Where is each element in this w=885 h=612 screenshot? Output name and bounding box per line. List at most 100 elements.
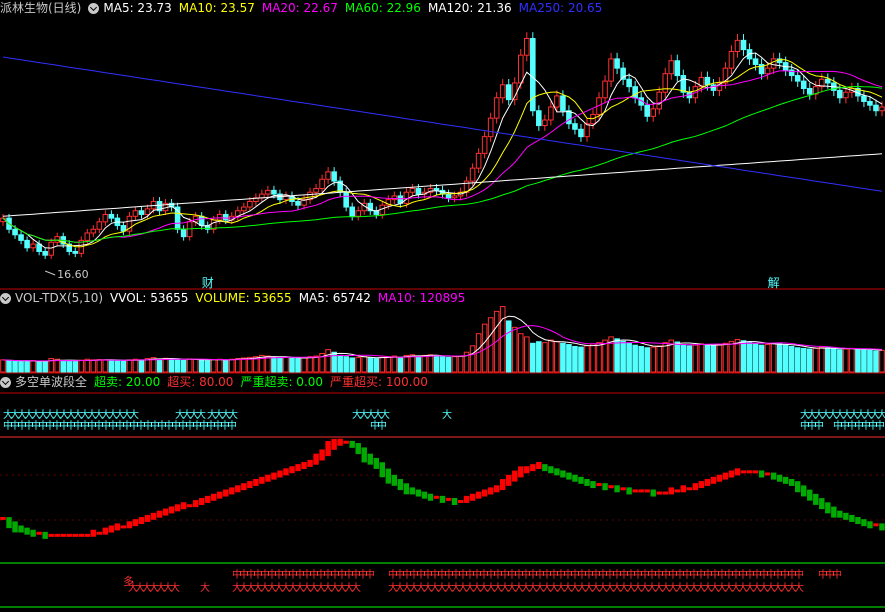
wave-segment: [481, 489, 488, 497]
wave-segment: [144, 514, 151, 522]
wave-segment: [421, 491, 428, 499]
volume-bar: [24, 360, 30, 373]
volume-bar: [283, 356, 289, 373]
volume-bar: [530, 342, 536, 373]
wave-segment: [788, 478, 795, 486]
candle-body: [403, 191, 410, 204]
wave-segment: [451, 498, 458, 505]
wave-segment: [855, 517, 861, 525]
wave-segment: [337, 438, 343, 446]
volume-bar: [626, 342, 632, 373]
wave-segment: [656, 491, 662, 495]
candle-body: [680, 75, 687, 93]
wave-segment: [602, 483, 608, 491]
volume-bar: [120, 360, 127, 373]
volume-bar: [638, 345, 644, 373]
wave-segment: [837, 510, 843, 518]
wave-segment: [355, 443, 361, 455]
volume-bar: [391, 355, 398, 373]
volume-bar: [728, 340, 735, 373]
volume-bar: [794, 347, 801, 373]
volume-bar: [596, 342, 602, 373]
wave-segment: [776, 474, 783, 482]
wave-segment: [229, 487, 235, 495]
wave-segment: [6, 517, 12, 529]
ma250-line: [2, 56, 883, 192]
wave-segment: [42, 531, 48, 539]
signal-zhong: 中: [814, 419, 824, 432]
wave-segment: [626, 487, 632, 495]
volume-bar: [102, 359, 109, 373]
volume-bar: [36, 361, 42, 373]
wave-segment: [782, 476, 789, 484]
ma10-line: [2, 59, 883, 248]
candle-body: [475, 152, 482, 169]
volume-bar: [451, 356, 458, 373]
wave-segment: [180, 502, 187, 510]
signal-da: 大: [129, 408, 139, 421]
wave-segment: [644, 489, 650, 493]
ma120-line: [2, 153, 883, 217]
wave-segment: [186, 504, 193, 508]
wave-segment: [343, 440, 349, 444]
volume-bar: [698, 343, 705, 373]
wave-segment: [608, 485, 614, 489]
wave-segment: [120, 525, 127, 529]
volume-bar: [198, 359, 205, 373]
candle-body: [222, 213, 229, 221]
wave-segment: [457, 500, 464, 503]
volume-bar: [650, 346, 657, 373]
candle-body: [313, 188, 319, 193]
volume-bar: [439, 356, 446, 373]
wave-segment: [512, 470, 518, 482]
candle-body: [493, 97, 500, 119]
wave-segment: [150, 512, 157, 520]
volume-bar: [499, 306, 506, 373]
volume-bar: [337, 354, 343, 373]
volume-bar: [752, 343, 759, 373]
candle-body: [578, 128, 584, 138]
candle-body: [96, 221, 103, 230]
wave-segment: [283, 468, 289, 476]
candle-body: [800, 80, 807, 90]
wave-segment: [620, 487, 626, 491]
volume-bar: [168, 358, 175, 373]
wave-segment: [241, 483, 247, 491]
wave-segment: [445, 497, 452, 501]
volume-bar: [523, 336, 530, 373]
wave-segment: [566, 472, 572, 480]
stock-chart[interactable]: 16.60财 解大大大大大大大大大大大大大大大大大大大中中中中中中中中中中中中中中…: [0, 0, 885, 612]
volume-bar: [84, 358, 91, 373]
volume-bar: [692, 344, 699, 373]
wave-segment: [662, 491, 668, 495]
wave-segment: [415, 489, 422, 497]
volume-bar: [825, 347, 831, 373]
volume-bar: [445, 356, 452, 373]
candle-body: [572, 123, 578, 130]
wave-segment: [734, 468, 741, 476]
wave-segment: [584, 478, 590, 486]
volume-bar: [210, 359, 217, 373]
wave-segment: [614, 485, 620, 493]
signal-duo: 多: [123, 574, 134, 588]
volume-bar: [849, 347, 855, 373]
volume-bar: [114, 360, 121, 373]
candle-body: [487, 117, 494, 138]
wave-segment: [361, 447, 367, 463]
wave-segment: [367, 453, 373, 465]
wave-segment: [138, 517, 145, 525]
wave-segment: [403, 483, 410, 495]
wave-segment: [379, 462, 386, 478]
volume-bar: [644, 347, 650, 373]
volume-bar: [355, 356, 362, 373]
wave-segment: [716, 474, 723, 482]
candle-body: [319, 178, 325, 190]
volume-bar: [632, 344, 638, 373]
volume-bar: [831, 348, 837, 373]
volume-bar: [505, 320, 512, 373]
wave-segment: [632, 489, 638, 493]
volume-bar: [307, 356, 313, 373]
wave-segment: [18, 525, 24, 533]
volume-bar: [536, 341, 542, 373]
volume-bar: [379, 356, 386, 373]
